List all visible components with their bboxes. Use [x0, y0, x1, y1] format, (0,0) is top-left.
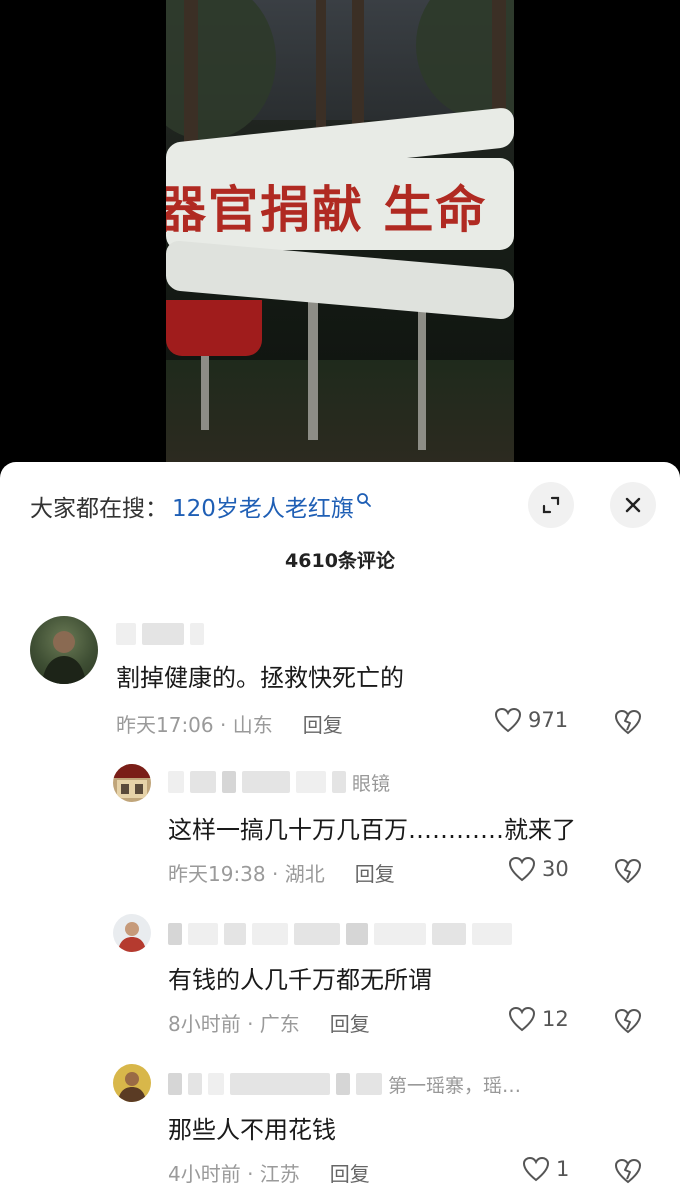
- blurred-name: [294, 923, 340, 945]
- like-count: 971: [528, 708, 569, 732]
- comment-time-location: 4小时前 · 江苏: [168, 1162, 300, 1186]
- blurred-name: [222, 771, 236, 793]
- reply-button[interactable]: 回复: [330, 1008, 370, 1037]
- heart-outline-icon: [508, 1006, 536, 1032]
- avatar[interactable]: [113, 914, 151, 952]
- dislike-button[interactable]: [614, 709, 642, 739]
- reply-item: 有钱的人几千万都无所谓 8小时前 · 广东 回复 12: [0, 908, 680, 1048]
- comment-count: 4610条评论: [285, 550, 395, 572]
- blurred-name: [208, 1073, 224, 1095]
- like-button[interactable]: 30: [508, 856, 569, 882]
- blurred-name: [296, 771, 326, 793]
- trending-search[interactable]: 大家都在搜： 120岁老人老红旗: [30, 488, 372, 524]
- avatar-person-icon: [118, 1072, 146, 1102]
- comment-meta: 昨天19:38 · 湖北 回复: [168, 858, 395, 887]
- avatar[interactable]: [113, 764, 151, 802]
- comment-author[interactable]: 眼镜: [168, 768, 390, 796]
- avatar[interactable]: [30, 616, 98, 684]
- heart-outline-icon: [508, 856, 536, 882]
- comment-time-location: 8小时前 · 广东: [168, 1012, 300, 1036]
- reply-item: 眼镜 这样一搞几十万几百万…………就来了 昨天19:38 · 湖北 回复 30: [0, 758, 680, 898]
- blurred-name: [374, 923, 426, 945]
- trending-search-term[interactable]: 120岁老人老红旗: [172, 489, 354, 523]
- close-button[interactable]: [610, 482, 656, 528]
- reply-item: 第一瑶寨，瑶… 那些人不用花钱 4小时前 · 江苏 回复 1: [0, 1058, 680, 1198]
- video-ground: [166, 360, 514, 470]
- comment-author[interactable]: [116, 620, 210, 648]
- close-icon: [625, 497, 641, 513]
- blurred-name: [224, 923, 246, 945]
- comment-author-name: 第一瑶寨，瑶…: [388, 1074, 522, 1097]
- comment-author[interactable]: 第一瑶寨，瑶…: [168, 1070, 521, 1098]
- like-button[interactable]: 12: [508, 1006, 569, 1032]
- comment-time-location: 昨天19:38 · 湖北: [168, 862, 325, 886]
- blurred-name: [242, 771, 290, 793]
- comment-meta: 昨天17:06 · 山东 回复: [116, 709, 343, 738]
- heart-outline-icon: [522, 1156, 550, 1182]
- blurred-name: [168, 923, 182, 945]
- heart-outline-icon: [494, 707, 522, 733]
- blurred-name: [356, 1073, 382, 1095]
- reply-button[interactable]: 回复: [355, 858, 395, 887]
- comment-author[interactable]: [168, 920, 518, 948]
- sign-pole: [418, 300, 426, 450]
- broken-heart-icon: [614, 1158, 642, 1184]
- avatar-person-icon: [118, 922, 146, 952]
- like-count: 1: [556, 1157, 570, 1181]
- blurred-name: [142, 623, 184, 645]
- dislike-button[interactable]: [614, 1158, 642, 1188]
- video-player[interactable]: 器官捐献 生命: [0, 0, 680, 470]
- blurred-name: [230, 1073, 330, 1095]
- reply-button[interactable]: 回复: [330, 1158, 370, 1187]
- comment-meta: 4小时前 · 江苏 回复: [168, 1158, 370, 1187]
- avatar-person-icon: [42, 631, 86, 684]
- blurred-name: [168, 771, 184, 793]
- like-button[interactable]: 1: [522, 1156, 569, 1182]
- expand-button[interactable]: [528, 482, 574, 528]
- like-count: 12: [542, 1007, 569, 1031]
- comment-meta: 8小时前 · 广东 回复: [168, 1008, 370, 1037]
- broken-heart-icon: [614, 858, 642, 884]
- blurred-name: [116, 623, 136, 645]
- blurred-name: [188, 1073, 202, 1095]
- comment-item: 割掉健康的。拯救快死亡的 昨天17:06 · 山东 回复 971: [0, 612, 680, 742]
- video-frame: 器官捐献 生命: [166, 0, 514, 470]
- broken-heart-icon: [614, 1008, 642, 1034]
- like-button[interactable]: 971: [494, 707, 568, 733]
- reply-button[interactable]: 回复: [303, 709, 343, 738]
- blurred-name: [432, 923, 466, 945]
- comment-text: 这样一搞几十万几百万…………就来了: [168, 816, 576, 844]
- trending-search-label: 大家都在搜：: [30, 496, 168, 522]
- blurred-name: [332, 771, 346, 793]
- comment-sheet: 大家都在搜： 120岁老人老红旗 4610条评论 割掉健康的。拯救快死亡的 昨天…: [0, 462, 680, 1200]
- blurred-name: [168, 1073, 182, 1095]
- comment-text: 割掉健康的。拯救快死亡的: [116, 664, 404, 692]
- like-count: 30: [542, 857, 569, 881]
- avatar-storefront-icon: [113, 764, 151, 798]
- comment-time-location: 昨天17:06 · 山东: [116, 713, 273, 737]
- comment-text: 那些人不用花钱: [168, 1116, 336, 1144]
- comment-author-name: 眼镜: [352, 772, 391, 795]
- avatar[interactable]: [113, 1064, 151, 1102]
- sign-text: 器官捐献 生命: [166, 180, 488, 239]
- expand-icon: [542, 496, 560, 514]
- sign-red-box: [166, 300, 262, 356]
- blurred-name: [336, 1073, 350, 1095]
- comment-text: 有钱的人几千万都无所谓: [168, 966, 432, 994]
- blurred-name: [188, 923, 218, 945]
- blurred-name: [190, 771, 216, 793]
- broken-heart-icon: [614, 709, 642, 735]
- blurred-name: [190, 623, 204, 645]
- blurred-name: [252, 923, 288, 945]
- blurred-name: [346, 923, 368, 945]
- blurred-name: [472, 923, 512, 945]
- dislike-button[interactable]: [614, 1008, 642, 1038]
- dislike-button[interactable]: [614, 858, 642, 888]
- search-icon: [357, 493, 371, 507]
